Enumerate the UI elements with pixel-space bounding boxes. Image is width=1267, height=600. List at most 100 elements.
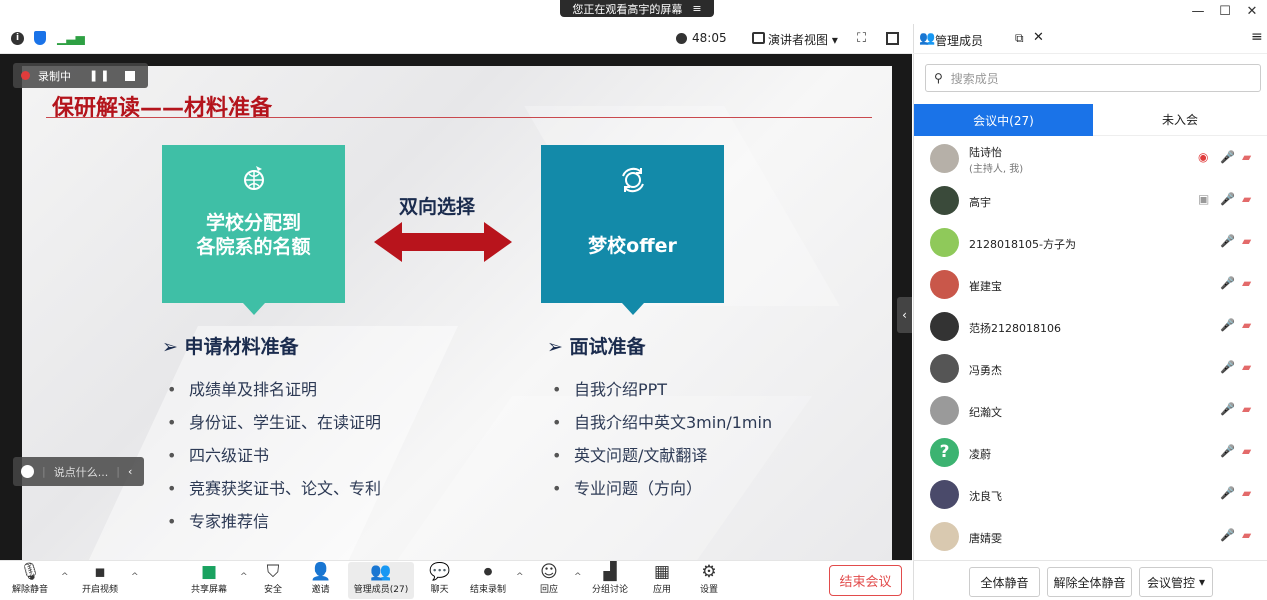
info-icon[interactable]: i [11, 32, 24, 45]
meeting-controls-label: 会议管控 [1146, 575, 1195, 590]
member-search-input[interactable]: ⚲ 搜索成员 [925, 64, 1261, 92]
avatar [930, 480, 959, 509]
camera-off-icon[interactable]: ▰ [1242, 276, 1251, 290]
fullscreen-icon[interactable]: ⛶ [857, 31, 866, 46]
breakout-button[interactable]: ▟ 分组讨论 [592, 562, 628, 595]
list-item: • 竞赛获奖证书、论文、专利 [167, 479, 382, 498]
popout-icon[interactable]: ⧉ [1015, 31, 1024, 46]
camera-off-icon[interactable]: ▰ [1242, 360, 1251, 374]
mic-muted-icon[interactable]: 🎤 [1220, 276, 1235, 290]
chat-bubble[interactable]: | 说点什么... | ‹ [13, 457, 144, 486]
audio-options-caret[interactable]: ^ [61, 572, 69, 582]
camera-off-icon[interactable]: ▰ [1242, 234, 1251, 248]
member-row[interactable]: 冯勇杰 🎤 ▰ [914, 348, 1267, 390]
unmute-all-button[interactable]: 解除全体静音 [1047, 567, 1132, 597]
globe-refresh-icon [621, 167, 644, 193]
member-row[interactable]: 纪瀚文 🎤 ▰ [914, 390, 1267, 432]
record-options-caret[interactable]: ^ [516, 572, 524, 582]
search-icon: ⚲ [934, 71, 943, 85]
camera-off-icon[interactable]: ▰ [1242, 192, 1251, 206]
meeting-timer: 48:05 [692, 31, 727, 45]
list-item: • 四六级证书 [167, 446, 270, 465]
menu-icon[interactable]: ≡ [1251, 29, 1263, 45]
tab-in-meeting[interactable]: 会议中(27) [914, 104, 1093, 136]
school-quota-box: 学校分配到 各院系的名额 [162, 145, 345, 303]
video-options-caret[interactable]: ^ [131, 572, 139, 582]
start-video-button[interactable]: ▪ 开启视频 [82, 562, 118, 595]
member-row[interactable]: 陆诗怡 (主持人, 我) ◉ 🎤 ▰ [914, 138, 1267, 180]
chevron-left-icon[interactable]: ‹ [128, 465, 132, 478]
reactions-button[interactable]: ☺ 回应 [540, 562, 558, 595]
chevron-down-icon: ▾ [831, 33, 838, 47]
share-screen-button[interactable]: ■ 共享屏幕 [191, 562, 227, 595]
stop-icon[interactable] [125, 70, 136, 81]
minimize-button[interactable]: — [1187, 2, 1209, 22]
invite-button[interactable]: 👤 邀请 [310, 562, 331, 595]
recording-icon: ◉ [1198, 150, 1209, 164]
participants-button[interactable]: 👥 管理成员(27) [348, 562, 414, 599]
settings-button[interactable]: ⚙ 设置 [700, 562, 718, 595]
unmute-button[interactable]: 🎙 解除静音 [12, 562, 48, 595]
reactions-options-caret[interactable]: ^ [574, 572, 582, 582]
camera-off-icon[interactable]: ▰ [1242, 528, 1251, 542]
list-item: • 专家推荐信 [167, 512, 270, 531]
mic-muted-icon[interactable]: 🎤 [1220, 360, 1235, 374]
camera-off-icon[interactable]: ▰ [1242, 486, 1251, 500]
end-recording-button[interactable]: ⏺ 结束录制 [470, 562, 506, 595]
share-banner[interactable]: 您正在观看高宇的屏幕 ≡ [560, 0, 714, 17]
camera-off-icon[interactable]: ▰ [1242, 444, 1251, 458]
shared-slide: 保研解读——材料准备 学校分配到 各院系的名额 双向选择 梦校offer ➢ 申… [22, 66, 892, 560]
chevron-down-icon: ▾ [1198, 575, 1206, 589]
mic-muted-icon[interactable]: 🎤 [1220, 528, 1235, 542]
pause-icon[interactable]: ❚❚ [89, 69, 111, 82]
emoji-icon[interactable] [21, 465, 34, 478]
recording-indicator: 录制中 ❚❚ [13, 63, 148, 88]
camera-off-icon[interactable]: ▰ [1242, 402, 1251, 416]
member-row[interactable]: 唐婧雯 🎤 ▰ [914, 516, 1267, 558]
maximize-button[interactable]: ☐ [1214, 2, 1236, 22]
end-meeting-button[interactable]: 结束会议 [829, 565, 902, 596]
mic-muted-icon[interactable]: 🎤 [1220, 150, 1235, 164]
record-stop-icon: ⏺ [483, 562, 493, 582]
signal-icon[interactable]: ▁▃▅ [57, 31, 85, 45]
mute-all-button[interactable]: 全体静音 [969, 567, 1040, 597]
speaker-view-icon[interactable] [752, 32, 765, 44]
right-heading-text: 面试准备 [569, 336, 646, 358]
record-dot-icon [21, 71, 30, 80]
layout-icon[interactable] [886, 32, 899, 45]
avatar [930, 396, 959, 425]
collapse-panel-button[interactable]: ‹ [897, 297, 912, 333]
smile-icon: ☺ [540, 562, 558, 582]
chat-button[interactable]: 💬 聊天 [429, 562, 450, 595]
security-button[interactable]: ⛉ 安全 [264, 562, 282, 595]
avatar [930, 144, 959, 173]
mic-muted-icon[interactable]: 🎤 [1220, 318, 1235, 332]
mic-muted-icon[interactable]: 🎤 [1220, 402, 1235, 416]
camera-off-icon[interactable]: ▰ [1242, 318, 1251, 332]
mic-muted-icon[interactable]: 🎤 [1220, 444, 1235, 458]
camera-off-icon[interactable]: ▰ [1242, 150, 1251, 164]
tab-not-joined[interactable]: 未入会 [1093, 104, 1267, 136]
menu-icon[interactable]: ≡ [692, 2, 701, 15]
close-icon[interactable]: ✕ [1033, 30, 1044, 45]
close-window-button[interactable]: ✕ [1241, 2, 1263, 22]
view-selector[interactable]: 演讲者视图 ▾ [768, 31, 838, 48]
mic-muted-icon[interactable]: 🎤 [1220, 486, 1235, 500]
left-section-heading: ➢ 申请材料准备 [162, 336, 299, 358]
camera-off-icon: ▪ [94, 562, 106, 582]
mic-icon[interactable]: 🎤 [1220, 192, 1235, 206]
chevron-left-icon: ‹ [902, 308, 907, 322]
list-item: • 身份证、学生证、在读证明 [167, 413, 382, 432]
meeting-controls-button[interactable]: 会议管控 ▾ [1139, 567, 1213, 597]
apps-button[interactable]: ▦ 应用 [653, 562, 671, 595]
member-row[interactable]: 沈良飞 🎤 ▰ [914, 474, 1267, 516]
mic-muted-icon[interactable]: 🎤 [1220, 234, 1235, 248]
member-row[interactable]: 范扬2128018106 🎤 ▰ [914, 306, 1267, 348]
shield-icon[interactable] [34, 31, 46, 45]
clock-icon [676, 33, 687, 44]
member-row[interactable]: 崔建宝 🎤 ▰ [914, 264, 1267, 306]
member-row[interactable]: 高宇 ▣ 🎤 ▰ [914, 180, 1267, 222]
member-row[interactable]: 2128018105-方子为 🎤 ▰ [914, 222, 1267, 264]
member-row[interactable]: ? 凌蔚 🎤 ▰ [914, 432, 1267, 474]
share-options-caret[interactable]: ^ [240, 572, 248, 582]
